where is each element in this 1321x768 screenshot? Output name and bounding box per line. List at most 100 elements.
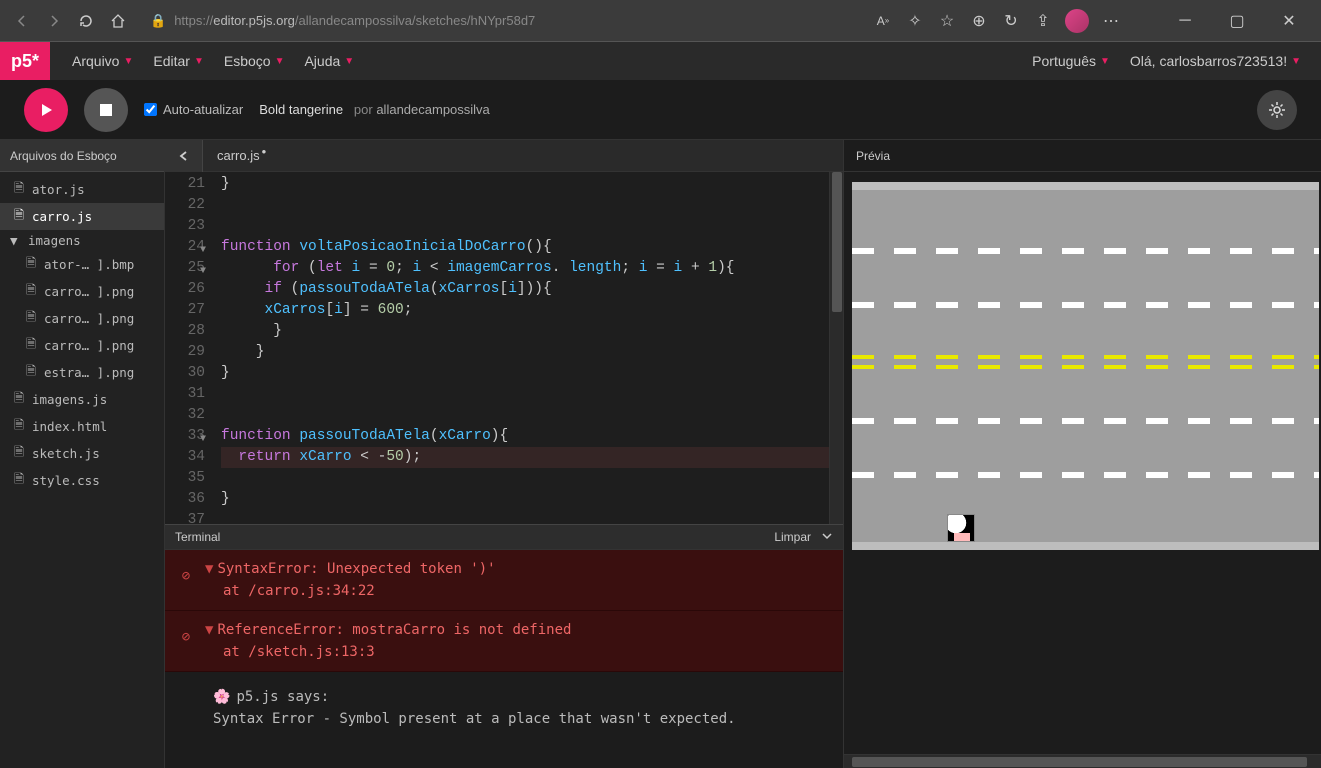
settings-button[interactable] — [1257, 90, 1297, 130]
flower-icon: 🌸 — [213, 689, 230, 705]
file-item[interactable]: 🗎estra… ].png — [0, 359, 164, 386]
chevron-down-icon: ▼ — [123, 56, 133, 67]
chevron-down-icon: ▼ — [1291, 56, 1301, 67]
line-gutter: 21222324▼25▼2627282930313233▼34353637 — [165, 172, 213, 524]
scrollbar-thumb[interactable] — [832, 172, 842, 312]
file-label: carro.js — [32, 209, 92, 224]
preview-scrollbar[interactable] — [844, 754, 1321, 768]
file-label: ator-… ].bmp — [44, 257, 134, 272]
menu-ajuda[interactable]: Ajuda ▼ — [304, 53, 354, 69]
file-label: carro… ].png — [44, 311, 134, 326]
stop-button[interactable] — [84, 88, 128, 132]
chevron-down-icon: ▼ — [1100, 56, 1110, 67]
error-message[interactable]: ▼ReferenceError: mostraCarro is not defi… — [165, 611, 843, 672]
folder-item[interactable]: ▼ imagens — [0, 230, 164, 251]
menu-bar: Arquivo ▼ Editar ▼ Esboço ▼ Ajuda ▼ — [50, 53, 354, 69]
file-label: estra… ].png — [44, 365, 134, 380]
file-item[interactable]: 🗎imagens.js — [0, 386, 164, 413]
expand-arrow-icon: ▼ — [205, 561, 213, 577]
actor-sprite — [947, 514, 975, 542]
editor-column: carro.js• 21222324▼25▼2627282930313233▼3… — [165, 140, 843, 768]
editor-scrollbar[interactable] — [829, 172, 843, 524]
address-bar[interactable]: 🔒 https://editor.p5js.org/allandecamposs… — [140, 7, 861, 35]
file-item[interactable]: 🗎ator.js — [0, 176, 164, 203]
language-selector[interactable]: Português ▼ — [1032, 53, 1110, 69]
menu-esboco[interactable]: Esboço ▼ — [224, 53, 285, 69]
file-item[interactable]: 🗎ator-… ].bmp — [0, 251, 164, 278]
file-item[interactable]: 🗎 index.html — [0, 413, 164, 440]
file-icon: 🗎 — [26, 281, 38, 302]
info-message: 🌸p5.js says: Syntax Error - Symbol prese… — [165, 672, 843, 740]
read-aloud-button[interactable]: A» — [873, 11, 893, 31]
file-icon: 🗎 — [26, 308, 38, 329]
lane-line — [852, 418, 1319, 424]
center-line — [852, 365, 1319, 369]
road-graphic — [852, 182, 1319, 550]
menu-arquivo[interactable]: Arquivo ▼ — [72, 53, 133, 69]
file-item[interactable]: 🗎carro… ].png — [0, 332, 164, 359]
code-lines[interactable]: }function voltaPosicaoInicialDoCarro(){ … — [213, 172, 829, 524]
scrollbar-thumb[interactable] — [852, 757, 1307, 767]
lane-line — [852, 472, 1319, 478]
file-label: index.html — [32, 419, 107, 434]
terminal-header: Terminal Limpar — [165, 524, 843, 550]
preview-title: Prévia — [844, 140, 1321, 172]
minimize-button[interactable]: ─ — [1165, 6, 1205, 36]
share-button[interactable]: ⇪ — [1033, 11, 1053, 31]
p5-logo[interactable]: p5* — [0, 42, 50, 80]
close-window-button[interactable]: ✕ — [1269, 6, 1309, 36]
history-button[interactable]: ↻ — [1001, 11, 1021, 31]
auto-update-checkbox[interactable] — [144, 103, 157, 116]
file-sidebar: Arquivos do Esboço 🗎ator.js🗎carro.js▼ima… — [0, 140, 165, 768]
file-item[interactable]: 🗎 carro… ].png — [0, 278, 164, 305]
auto-update-label: Auto-atualizar — [163, 102, 243, 117]
play-button[interactable] — [24, 88, 68, 132]
maximize-button[interactable]: ▢ — [1217, 6, 1257, 36]
file-label: imagens — [28, 233, 81, 248]
file-icon: 🗎 — [14, 389, 26, 410]
file-item[interactable]: 🗎 carro… ].png — [0, 305, 164, 332]
file-tab[interactable]: carro.js• — [203, 140, 280, 172]
file-icon: 🗎 — [14, 416, 26, 437]
home-button[interactable] — [108, 11, 128, 31]
sidebar-title: Arquivos do Esboço — [0, 140, 164, 172]
file-icon: 🗎 — [26, 335, 38, 356]
file-item[interactable]: 🗎sketch.js — [0, 440, 164, 467]
file-label: style.css — [32, 473, 100, 488]
folder-icon: ▼ — [10, 233, 22, 248]
error-message[interactable]: ▼SyntaxError: Unexpected token ')' at /c… — [165, 550, 843, 611]
lane-line — [852, 302, 1319, 308]
file-item[interactable]: 🗎style.css — [0, 467, 164, 494]
collections-button[interactable]: ⊕ — [969, 11, 989, 31]
forward-button[interactable] — [44, 11, 64, 31]
chevron-down-icon: ▼ — [194, 56, 204, 67]
auto-update-toggle[interactable]: Auto-atualizar — [144, 102, 243, 117]
preview-column: Prévia — [843, 140, 1321, 768]
tab-bar: carro.js• — [165, 140, 843, 172]
more-button[interactable]: ⋯ — [1101, 11, 1121, 31]
menu-editar[interactable]: Editar ▼ — [153, 53, 203, 69]
app-nav: p5* Arquivo ▼ Editar ▼ Esboço ▼ Ajuda ▼ … — [0, 42, 1321, 80]
refresh-button[interactable] — [76, 11, 96, 31]
preview-canvas — [844, 172, 1321, 754]
file-tree: 🗎ator.js🗎carro.js▼imagens🗎ator-… ].bmp🗎c… — [0, 172, 164, 498]
shopping-icon[interactable]: ✧ — [905, 11, 925, 31]
collapse-terminal-button[interactable] — [821, 530, 833, 545]
url-text: https://editor.p5js.org/allandecampossil… — [174, 13, 535, 28]
file-icon: 🗎 — [14, 206, 26, 227]
file-label: carro… ].png — [44, 284, 134, 299]
user-menu[interactable]: Olá, carlosbarros723513! ▼ — [1130, 53, 1301, 69]
profile-avatar[interactable] — [1065, 9, 1089, 33]
back-button[interactable] — [12, 11, 32, 31]
file-icon: 🗎 — [14, 179, 26, 200]
sketch-title: Bold tangerine por allandecampossilva — [259, 102, 490, 117]
chevron-down-icon: ▼ — [275, 56, 285, 67]
file-label: sketch.js — [32, 446, 100, 461]
clear-terminal-button[interactable]: Limpar — [774, 530, 811, 544]
code-editor[interactable]: 21222324▼25▼2627282930313233▼34353637 }f… — [165, 172, 843, 524]
favorite-button[interactable]: ☆ — [937, 11, 957, 31]
file-item[interactable]: 🗎 carro.js — [0, 203, 164, 230]
terminal-title: Terminal — [175, 530, 220, 544]
lock-icon: 🔒 — [150, 13, 166, 29]
collapse-sidebar-button[interactable] — [165, 140, 203, 172]
